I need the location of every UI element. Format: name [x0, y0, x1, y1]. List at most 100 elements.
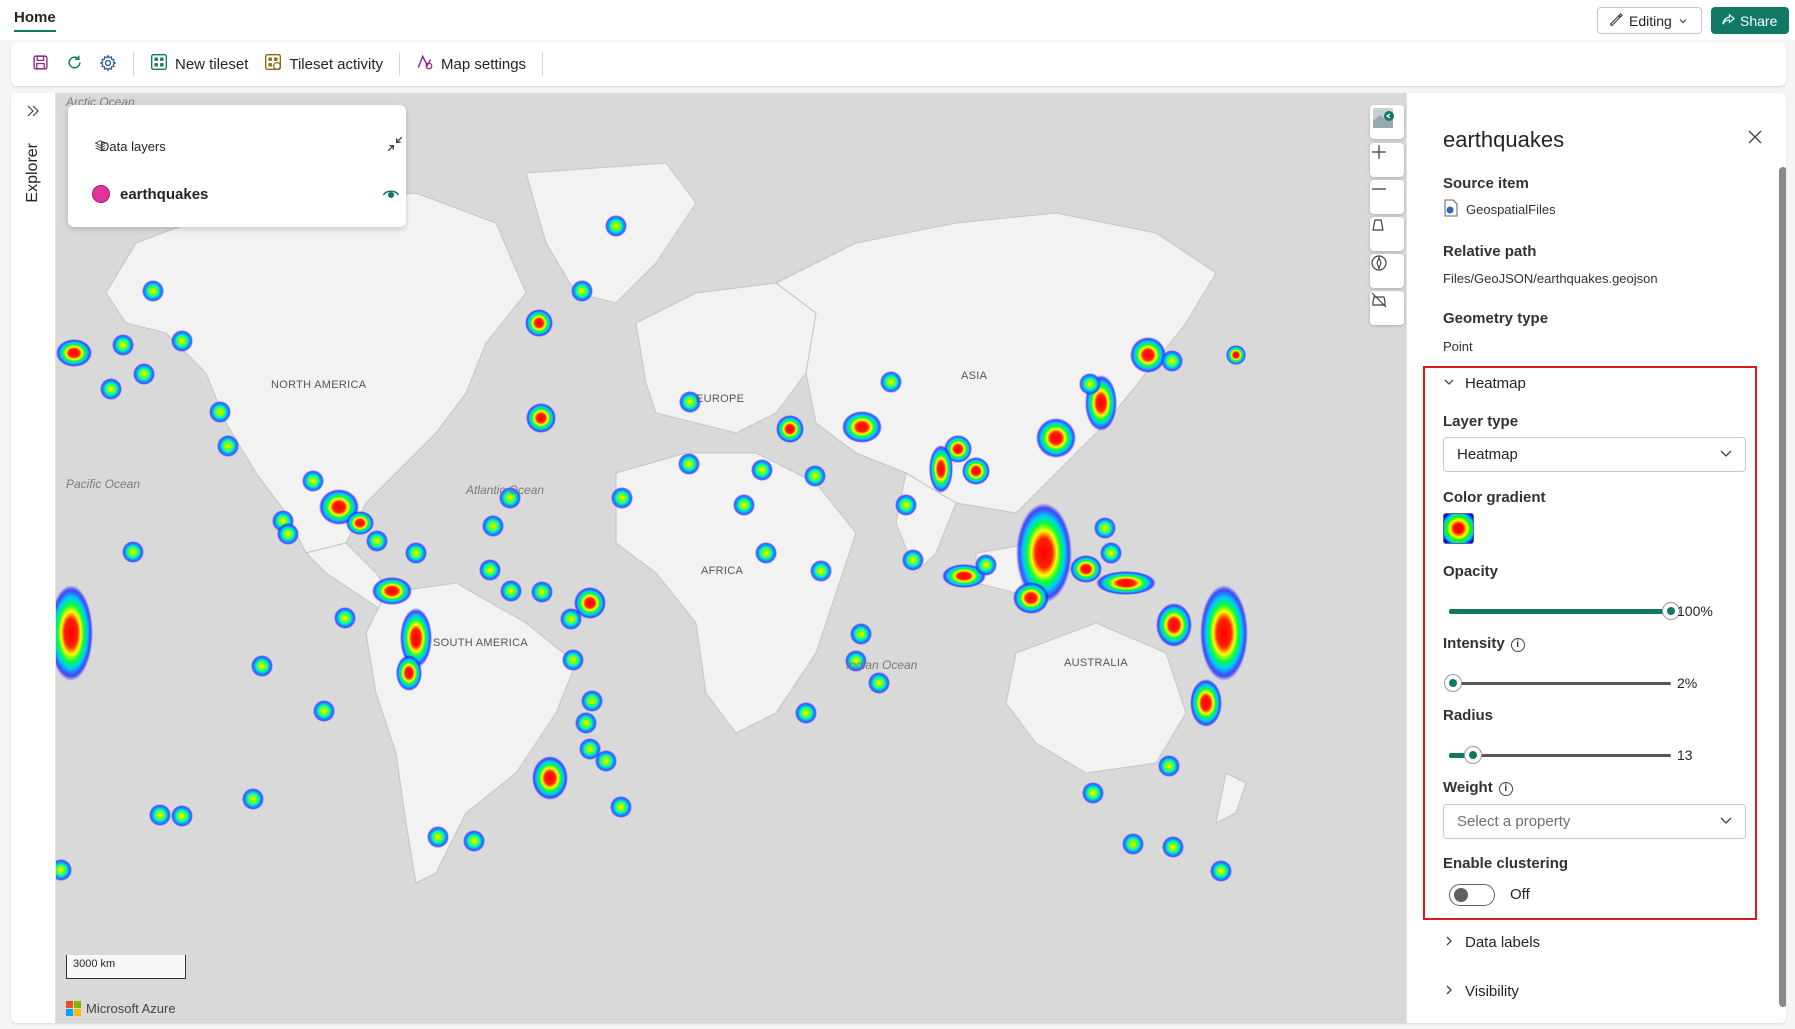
- traffic-button[interactable]: [1370, 291, 1404, 325]
- file-icon: [1443, 199, 1459, 220]
- toolbar: New tileset Tileset activity Map setting…: [11, 42, 1786, 86]
- weight-label: Weight i: [1443, 779, 1513, 796]
- scrollbar-thumb[interactable]: [1779, 167, 1786, 1007]
- chevron-right-icon: [1443, 983, 1455, 1000]
- toolbar-divider: [133, 52, 134, 76]
- data-layers-header: Data layers: [94, 139, 166, 154]
- layer-properties-panel: earthquakes Source item GeospatialFiles …: [1406, 93, 1786, 1023]
- tileset-activity-label: Tileset activity: [289, 55, 383, 73]
- intensity-label-text: Intensity: [1443, 635, 1505, 652]
- close-icon[interactable]: [1747, 129, 1763, 148]
- refresh-button[interactable]: [57, 47, 91, 81]
- tileset-activity-button[interactable]: Tileset activity: [256, 47, 391, 81]
- layer-item-earthquakes[interactable]: earthquakes: [92, 185, 400, 203]
- weight-label-text: Weight: [1443, 779, 1493, 796]
- weight-dropdown[interactable]: Select a property: [1443, 804, 1746, 839]
- opacity-label: Opacity: [1443, 563, 1499, 580]
- intensity-label: Intensity i: [1443, 635, 1525, 652]
- weight-placeholder: Select a property: [1457, 813, 1571, 830]
- map-settings-button[interactable]: Map settings: [408, 47, 534, 81]
- chevron-down-icon: [1678, 13, 1688, 29]
- tab-home[interactable]: Home: [14, 9, 56, 32]
- new-tileset-label: New tileset: [175, 55, 249, 73]
- data-labels-section-label: Data labels: [1465, 934, 1541, 951]
- refresh-icon: [66, 54, 83, 74]
- world-map: [56, 162, 1248, 884]
- opacity-value: 100%: [1677, 603, 1713, 619]
- relative-path-value: Files/GeoJSON/earthquakes.geojson: [1443, 271, 1658, 286]
- visibility-section-label: Visibility: [1465, 983, 1519, 1000]
- map-label-south-america: SOUTH AMERICA: [433, 637, 528, 649]
- toolbar-divider: [542, 52, 544, 76]
- source-item-text: GeospatialFiles: [1466, 202, 1556, 217]
- map-canvas[interactable]: Arctic Ocean NORTH AMERICA Pacific Ocean…: [56, 93, 1406, 1023]
- source-item-value[interactable]: GeospatialFiles: [1443, 199, 1556, 220]
- visibility-section-toggle[interactable]: Visibility: [1443, 983, 1519, 1000]
- layer-name: earthquakes: [120, 185, 209, 203]
- map-attribution-text: Microsoft Azure: [86, 1001, 176, 1016]
- slider-thumb[interactable]: [1464, 746, 1483, 764]
- map-settings-icon: [416, 53, 434, 75]
- zoom-out-button[interactable]: [1370, 180, 1404, 214]
- geometry-type-label: Geometry type: [1443, 310, 1549, 327]
- clustering-label: Enable clustering: [1443, 855, 1569, 872]
- toolbar-divider: [399, 52, 400, 76]
- zoom-in-button[interactable]: [1370, 143, 1404, 177]
- editing-label: Editing: [1629, 12, 1672, 29]
- data-layers-title: Data layers: [100, 139, 166, 154]
- radius-slider[interactable]: [1449, 745, 1679, 765]
- chevron-down-icon: [1719, 446, 1733, 464]
- map-attribution: Microsoft Azure: [66, 1001, 176, 1016]
- intensity-value: 2%: [1677, 675, 1698, 691]
- intensity-slider[interactable]: [1444, 673, 1679, 693]
- chevron-down-icon: [1719, 813, 1733, 831]
- new-tileset-button[interactable]: New tileset: [142, 47, 256, 81]
- slider-track: [1449, 754, 1671, 757]
- explorer-label[interactable]: Explorer: [24, 143, 42, 203]
- panel-scrollbar[interactable]: [1779, 153, 1786, 1023]
- map-label-north-america: NORTH AMERICA: [271, 379, 367, 391]
- map-style-button[interactable]: [1370, 105, 1404, 139]
- chevron-right-icon: [1443, 934, 1455, 951]
- map-label-africa: AFRICA: [701, 565, 744, 577]
- opacity-slider[interactable]: [1449, 601, 1680, 621]
- chevron-down-icon: [1443, 375, 1455, 392]
- settings-button[interactable]: [91, 47, 125, 81]
- tileset-activity-icon: [264, 53, 282, 75]
- map-label-pacific: Pacific Ocean: [66, 477, 141, 491]
- heatmap-section-label: Heatmap: [1465, 375, 1526, 392]
- share-label: Share: [1740, 12, 1778, 29]
- main-area: Explorer Arctic Ocean NORTH AMERICA Paci…: [11, 93, 1786, 1023]
- save-button[interactable]: [23, 47, 57, 81]
- slider-fill: [1449, 609, 1671, 614]
- relative-path-label: Relative path: [1443, 243, 1537, 260]
- data-labels-section-toggle[interactable]: Data labels: [1443, 934, 1540, 951]
- gear-icon: [99, 53, 117, 75]
- radius-value: 13: [1677, 747, 1693, 763]
- slider-thumb[interactable]: [1444, 674, 1463, 692]
- map-label-australia: AUSTRALIA: [1064, 657, 1128, 669]
- layer-color-swatch: [92, 185, 110, 203]
- editing-button[interactable]: Editing: [1597, 7, 1702, 34]
- map-label-atlantic: Atlantic Ocean: [466, 483, 545, 497]
- expand-explorer-icon[interactable]: [25, 103, 41, 122]
- save-icon: [32, 54, 49, 74]
- color-gradient-label: Color gradient: [1443, 489, 1546, 506]
- map-label-indian: Indian Ocean: [846, 658, 918, 672]
- layer-type-value: Heatmap: [1457, 446, 1518, 463]
- clustering-toggle[interactable]: [1449, 884, 1495, 906]
- data-layers-card: Data layers earthquakes: [68, 105, 406, 227]
- info-icon[interactable]: i: [1510, 637, 1525, 652]
- heatmap-section-toggle[interactable]: Heatmap: [1443, 375, 1526, 392]
- info-icon[interactable]: i: [1498, 781, 1513, 796]
- slider-track: [1449, 682, 1671, 685]
- color-gradient-swatch[interactable]: [1443, 513, 1474, 544]
- share-button[interactable]: Share: [1711, 7, 1789, 34]
- compass-button[interactable]: [1370, 254, 1404, 288]
- microsoft-logo-icon: [66, 1001, 81, 1016]
- top-bar: Home Editing Share: [0, 0, 1795, 40]
- map-label-asia: ASIA: [961, 370, 988, 382]
- pitch-button[interactable]: [1370, 217, 1404, 251]
- layer-type-dropdown[interactable]: Heatmap: [1443, 437, 1746, 472]
- geometry-type-value: Point: [1443, 339, 1473, 354]
